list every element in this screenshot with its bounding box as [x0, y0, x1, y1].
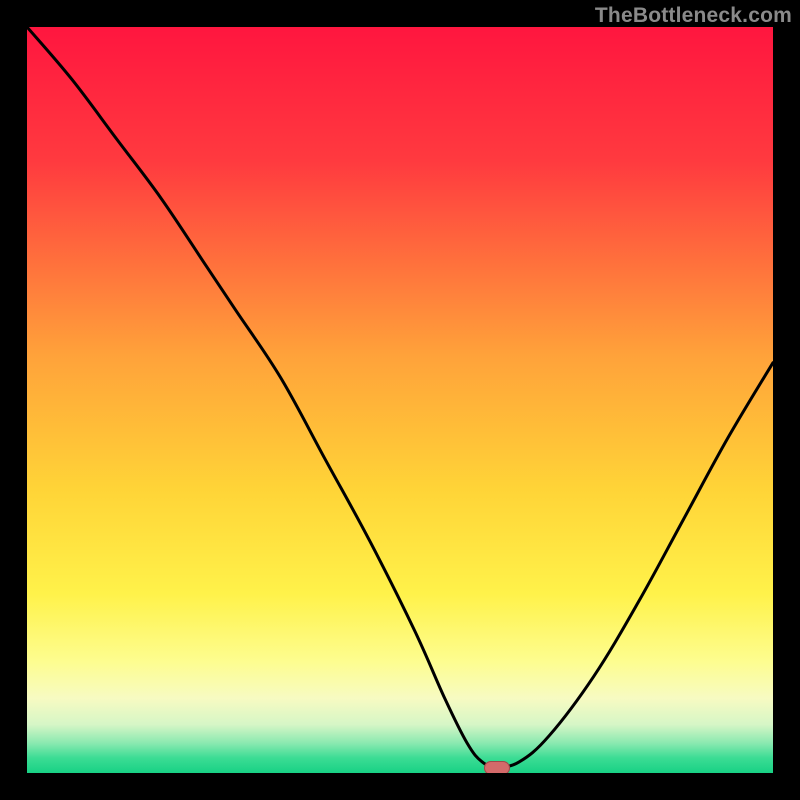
watermark-text: TheBottleneck.com [595, 4, 792, 28]
chart-frame: TheBottleneck.com [0, 0, 800, 800]
optimum-marker [484, 761, 510, 773]
bottleneck-curve [27, 27, 773, 773]
plot-area [27, 27, 773, 773]
